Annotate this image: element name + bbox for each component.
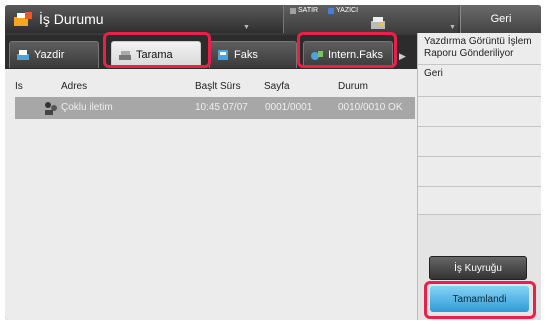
printer-icon [17, 50, 29, 60]
job-queue-button[interactable]: İş Kuyruğu [429, 256, 527, 280]
job-status-icon [14, 12, 32, 26]
row-start-time: 10:45 07/07 [195, 102, 248, 113]
internet-fax-icon [311, 51, 323, 60]
menu-empty-slot [418, 97, 541, 127]
tab-fax[interactable]: Faks [209, 41, 297, 68]
job-list: Is Adres Başlt Sürs Sayfa Durum Çoklu il… [5, 69, 417, 320]
table-row[interactable]: Çoklu iletim 10:45 07/07 0001/0001 0010/… [15, 97, 415, 119]
tab-scan[interactable]: Tarama [111, 41, 201, 68]
tab-scan-label: Tarama [136, 49, 173, 61]
tab-bar: Yazdir Tarama Faks Intern.Faks ▶ [5, 35, 417, 69]
row-status: 0010/0010 OK [338, 102, 403, 113]
row-address: Çoklu iletim [61, 102, 113, 113]
tab-internet-fax-label: Intern.Faks [328, 49, 384, 61]
column-header-address: Adres [61, 81, 88, 92]
chevron-down-icon: ▼ [449, 24, 456, 31]
scanner-icon [119, 51, 131, 60]
top-bar: İş Durumu ▼ SATIR YAZICI ▼ Geri [5, 5, 541, 33]
page-title: İş Durumu [39, 11, 104, 27]
machine-status-panel[interactable]: SATIR YAZICI ▼ [283, 5, 458, 33]
column-header-job: Is [15, 81, 23, 92]
machine-icon [371, 17, 385, 29]
frame: İş Durumu ▼ SATIR YAZICI ▼ Geri Yazdir T… [0, 0, 546, 325]
column-header-start-time: Başlt Sürs [195, 81, 241, 92]
menu-empty-slot [418, 157, 541, 187]
broadcast-icon [45, 102, 57, 115]
column-header-status: Durum [338, 81, 369, 92]
back-button[interactable]: Geri [460, 5, 541, 33]
job-status-screen: İş Durumu ▼ SATIR YAZICI ▼ Geri Yazdir T… [5, 5, 541, 320]
row-pages: 0001/0001 [265, 102, 313, 113]
line-status-label: SATIR [298, 7, 319, 14]
menu-empty-slot [418, 127, 541, 157]
column-header-pages: Sayfa [264, 81, 290, 92]
tab-print-label: Yazdir [34, 49, 65, 61]
line-led-icon [290, 8, 296, 14]
tab-print[interactable]: Yazdir [9, 41, 99, 68]
fax-icon [218, 50, 228, 60]
chevron-down-icon: ▼ [243, 24, 250, 31]
scroll-right-icon[interactable]: ▶ [399, 51, 406, 62]
menu-empty-slot [418, 187, 541, 215]
printer-status-label: YAZICI [336, 7, 359, 14]
completed-button[interactable]: Tamamlandi [430, 286, 529, 312]
tab-internet-fax[interactable]: Intern.Faks [303, 41, 393, 68]
back-menu-item[interactable]: Geri [418, 65, 541, 97]
print-image-report-item[interactable]: Yazdırma Görüntü İşlem Raporu Gönderiliy… [418, 33, 541, 65]
tab-fax-label: Faks [234, 49, 258, 61]
printer-led-icon [328, 8, 334, 14]
